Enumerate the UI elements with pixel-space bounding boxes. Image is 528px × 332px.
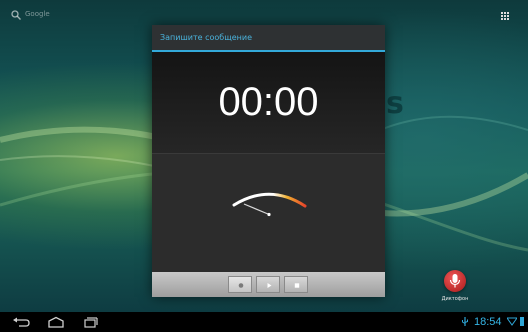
wifi-icon (507, 317, 517, 326)
voice-recorder-label: Диктофон (441, 296, 469, 302)
android-tablet-screen: s Google Диктофон Запишите сообщение 00:… (0, 0, 528, 332)
stop-button[interactable] (284, 276, 308, 293)
recent-apps-icon[interactable] (82, 316, 98, 328)
home-icon[interactable] (46, 316, 66, 328)
recorder-controls (152, 272, 385, 297)
play-icon (267, 283, 272, 288)
stop-icon (294, 283, 300, 288)
dialog-header: Запишите сообщение (152, 25, 385, 50)
battery-icon (520, 317, 524, 326)
timer-panel: 00:00 (152, 52, 385, 153)
record-message-dialog: Запишите сообщение 00:00 (152, 25, 385, 297)
google-search-label[interactable]: Google (25, 10, 50, 18)
status-clock: 18:54 (474, 316, 502, 328)
level-meter-panel (152, 154, 385, 272)
search-icon[interactable] (11, 10, 21, 20)
usb-icon (462, 317, 468, 326)
wallpaper-text: s (386, 86, 404, 121)
apps-grid-icon[interactable] (501, 12, 509, 20)
record-icon (238, 283, 244, 288)
microphone-icon (444, 270, 466, 292)
back-icon[interactable] (12, 316, 30, 328)
play-button[interactable] (256, 276, 280, 293)
vu-meter-icon (232, 192, 307, 217)
system-navigation-bar: 18:54 (0, 312, 528, 332)
recording-timer: 00:00 (218, 80, 319, 124)
record-button[interactable] (228, 276, 252, 293)
dialog-title: Запишите сообщение (160, 33, 253, 42)
